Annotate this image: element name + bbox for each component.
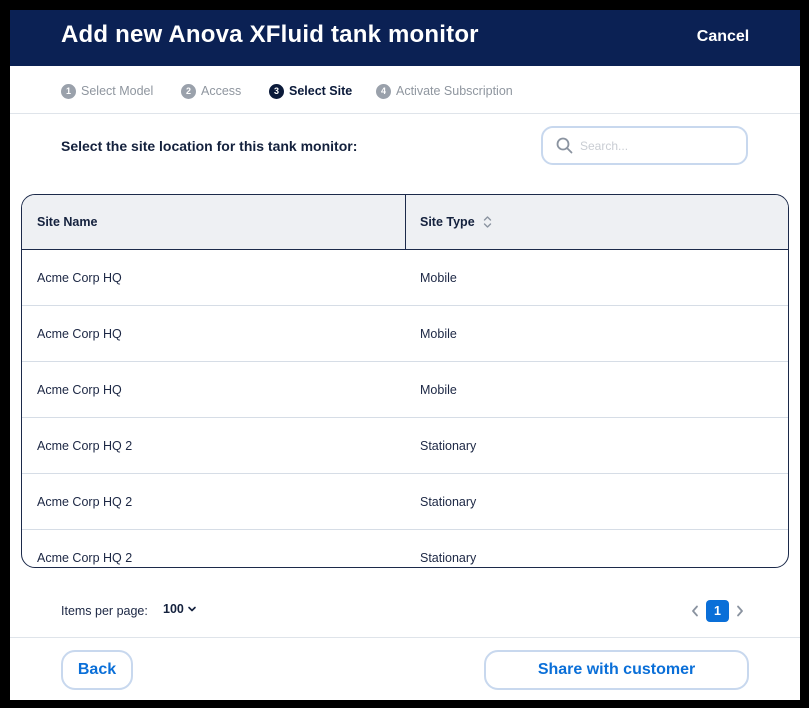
cancel-button[interactable]: Cancel: [680, 24, 766, 50]
step-select-site[interactable]: 3 Select Site: [269, 83, 352, 99]
site-type-cell: Stationary: [420, 494, 477, 509]
step-label: Access: [201, 84, 242, 98]
items-per-page-label: Items per page:: [61, 604, 148, 618]
sites-table: Site Name Site Type Acme Corp HQ Mobile …: [21, 194, 789, 568]
chevron-left-icon: [692, 605, 698, 617]
chevron-right-icon: [737, 605, 743, 617]
site-type-cell: Mobile: [420, 270, 457, 285]
step-number: 2: [181, 83, 196, 99]
previous-page-button[interactable]: [688, 602, 702, 620]
site-type-cell: Stationary: [420, 550, 477, 565]
back-button[interactable]: Back: [61, 650, 133, 690]
table-row[interactable]: Acme Corp HQ 2 Stationary: [22, 474, 788, 530]
step-number: 4: [376, 83, 391, 99]
site-name-cell: Acme Corp HQ: [37, 270, 122, 285]
site-name-cell: Acme Corp HQ 2: [37, 438, 133, 453]
site-type-cell: Stationary: [420, 438, 477, 453]
current-page-button[interactable]: 1: [706, 600, 729, 622]
share-with-customer-button[interactable]: Share with customer: [484, 650, 749, 690]
step-label: Select Model: [81, 84, 154, 98]
column-header-site-name: Site Name: [37, 215, 98, 229]
table-row[interactable]: Acme Corp HQ Mobile: [22, 362, 788, 418]
step-activate-subscription[interactable]: 4 Activate Subscription: [376, 83, 513, 99]
table-row[interactable]: Acme Corp HQ Mobile: [22, 250, 788, 306]
next-page-button[interactable]: [733, 602, 747, 620]
step-select-model[interactable]: 1 Select Model: [61, 83, 153, 99]
table-row[interactable]: Acme Corp HQ 2 Stationary: [22, 418, 788, 474]
items-per-page-select[interactable]: 100: [163, 602, 197, 616]
items-per-page-value: 100: [163, 602, 184, 616]
step-access[interactable]: 2 Access: [181, 83, 241, 99]
site-type-cell: Mobile: [420, 326, 457, 341]
table-body: Acme Corp HQ Mobile Acme Corp HQ Mobile …: [22, 250, 788, 567]
footer-divider: [10, 637, 800, 638]
table-row[interactable]: Acme Corp HQ 2 Stationary: [22, 530, 788, 567]
dialog-header: Add new Anova XFluid tank monitor Cancel: [10, 10, 800, 66]
dialog-title: Add new Anova XFluid tank monitor: [61, 21, 479, 48]
site-name-cell: Acme Corp HQ 2: [37, 550, 133, 565]
site-selection-prompt: Select the site location for this tank m…: [61, 138, 358, 154]
step-number: 3: [269, 83, 284, 99]
site-type-cell: Mobile: [420, 382, 457, 397]
chevron-down-icon: [188, 606, 196, 612]
search-input[interactable]: [580, 138, 730, 153]
site-name-cell: Acme Corp HQ: [37, 382, 122, 397]
site-name-cell: Acme Corp HQ 2: [37, 494, 133, 509]
add-tank-monitor-dialog: Add new Anova XFluid tank monitor Cancel…: [10, 10, 800, 700]
step-number: 1: [61, 83, 76, 99]
site-name-cell: Acme Corp HQ: [37, 326, 122, 341]
column-divider: [405, 195, 406, 249]
column-header-site-type[interactable]: Site Type: [420, 195, 492, 249]
step-label: Activate Subscription: [396, 84, 513, 98]
search-icon: [556, 137, 573, 154]
wizard-steps: 1 Select Model 2 Access 3 Select Site 4 …: [10, 66, 800, 114]
search-box[interactable]: [541, 126, 748, 165]
sort-icon[interactable]: [483, 215, 492, 229]
table-row[interactable]: Acme Corp HQ Mobile: [22, 306, 788, 362]
table-header: Site Name Site Type: [22, 195, 788, 250]
step-label: Select Site: [289, 84, 353, 98]
column-header-label: Site Type: [420, 215, 475, 229]
